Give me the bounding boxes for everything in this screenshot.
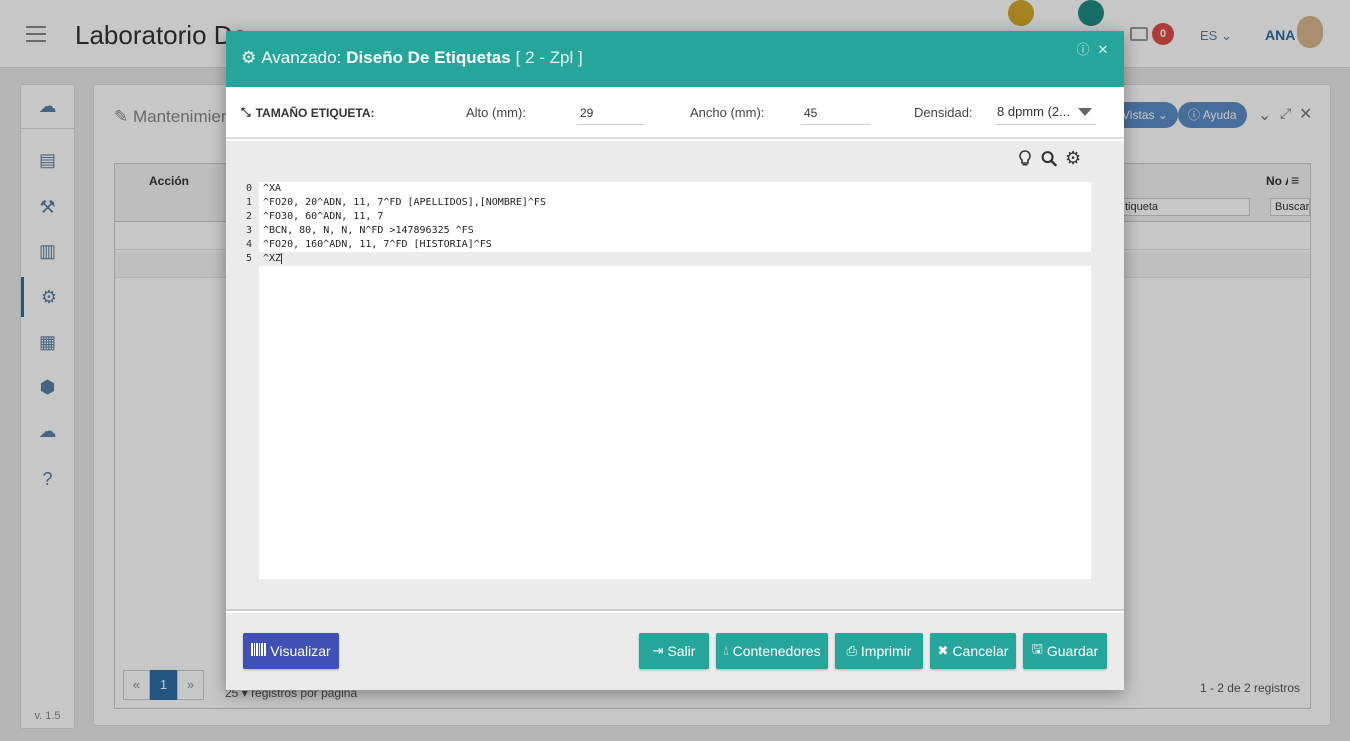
code-line[interactable]: ^FO20, 20^ADN, 11, 7^FD [APELLIDOS],[NOM… <box>259 196 1091 210</box>
imprimir-label: Imprimir <box>860 643 912 659</box>
line-number: 4 <box>245 239 252 250</box>
salir-button[interactable]: ⇥ Salir <box>639 633 709 669</box>
size-label: ⤡ TAMAÑO ETIQUETA: <box>241 105 374 120</box>
label-design-dialog: ⚙ Avanzado: Diseño De Etiquetas [ 2 - Zp… <box>226 31 1124 690</box>
visualizar-button[interactable]: Visualizar <box>243 633 339 669</box>
editor-area: ⚙ 0 ^XA 1 ^FO20, 20^ADN, 11, 7^FD [APELL… <box>226 141 1124 611</box>
print-icon: ⎙ <box>846 643 857 658</box>
editor-toolbar: ⚙ <box>1017 148 1081 168</box>
ancho-input[interactable] <box>801 101 870 125</box>
title-main: Diseño De Etiquetas <box>346 48 511 67</box>
code-line-text: ^XZ <box>263 253 282 264</box>
sign-out-icon: ⇥ <box>652 643 664 658</box>
contenedores-button[interactable]: 💧︎ Contenedores <box>716 633 828 669</box>
dialog-header-buttons: ⓘ ✕ <box>1076 43 1110 57</box>
densidad-select[interactable]: 8 dpmm (2... <box>996 101 1096 125</box>
caret-down-icon <box>1078 108 1092 116</box>
alto-input[interactable] <box>577 101 644 125</box>
code-line-current[interactable]: ^XZ <box>259 252 1091 266</box>
guardar-button[interactable]: 🖫︎ Guardar <box>1023 633 1107 669</box>
dialog-title: ⚙ Avanzado: Diseño De Etiquetas [ 2 - Zp… <box>241 48 583 68</box>
gear-icon: ⚙ <box>241 48 257 67</box>
line-number: 5 <box>226 252 256 266</box>
lightbulb-icon[interactable] <box>1017 149 1033 167</box>
save-icon: 🖫︎ <box>1031 641 1043 656</box>
code-line[interactable]: ^BCN, 80, N, N, N^FD >147896325 ^FS <box>259 224 1091 238</box>
densidad-label: Densidad: <box>914 105 973 120</box>
size-label-text: TAMAÑO ETIQUETA: <box>255 105 375 120</box>
title-prefix: Avanzado: <box>261 48 342 67</box>
ancho-label: Ancho (mm): <box>690 105 765 120</box>
dialog-footer: Visualizar ⇥ Salir 💧︎ Contenedores ⎙ Imp… <box>226 613 1124 690</box>
line-number: 0 <box>245 183 252 194</box>
code-editor[interactable]: 0 ^XA 1 ^FO20, 20^ADN, 11, 7^FD [APELLID… <box>226 182 1091 579</box>
tint-icon: 💧︎ <box>723 643 729 658</box>
info-icon[interactable]: ⓘ <box>1076 43 1090 57</box>
guardar-label: Guardar <box>1046 643 1099 659</box>
close-icon: ✖ <box>937 643 949 658</box>
code-line[interactable]: ^FO20, 160^ADN, 11, 7^FD [HISTORIA]^FS <box>259 238 1091 252</box>
dialog-header: ⚙ Avanzado: Diseño De Etiquetas [ 2 - Zp… <box>226 31 1124 87</box>
label-size-bar: ⤡ TAMAÑO ETIQUETA: Alto (mm): Ancho (mm)… <box>226 87 1124 139</box>
contenedores-label: Contenedores <box>732 643 821 659</box>
densidad-value: 8 dpmm (2... <box>997 104 1070 119</box>
search-icon[interactable] <box>1041 149 1057 167</box>
line-number: 1 <box>245 197 252 208</box>
text-cursor <box>281 252 283 264</box>
title-suffix: [ 2 - Zpl ] <box>515 48 583 67</box>
settings-icon[interactable]: ⚙ <box>1065 148 1081 168</box>
visualizar-label: Visualizar <box>270 643 331 659</box>
expand-arrows-icon: ⤡ <box>241 105 251 119</box>
cancelar-label: Cancelar <box>952 643 1009 659</box>
barcode-icon <box>251 643 267 659</box>
code-line[interactable]: ^FO30, 60^ADN, 11, 7 <box>259 210 1091 224</box>
alto-label: Alto (mm): <box>466 105 526 120</box>
imprimir-button[interactable]: ⎙ Imprimir <box>835 633 923 669</box>
code-line[interactable]: ^XA <box>259 182 1091 196</box>
salir-label: Salir <box>667 643 696 659</box>
cancelar-button[interactable]: ✖ Cancelar <box>930 633 1016 669</box>
line-number: 3 <box>245 225 252 236</box>
close-icon[interactable]: ✕ <box>1096 43 1110 57</box>
line-number: 2 <box>245 211 252 222</box>
